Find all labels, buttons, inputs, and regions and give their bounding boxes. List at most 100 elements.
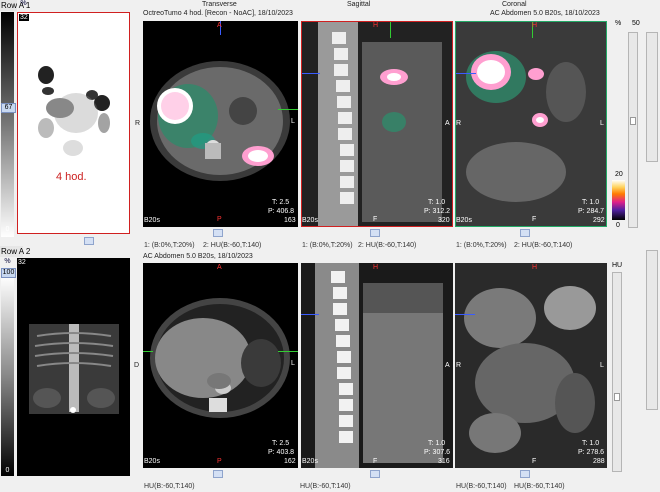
row-a1-mip-slider[interactable] xyxy=(84,237,94,245)
coronal-ori-left: R xyxy=(456,120,462,127)
transverse-ct-image xyxy=(150,298,290,418)
coronal-ct-wl-2[interactable]: HU(B:-60,T:140) xyxy=(514,483,565,490)
sagittal-title: Sagittal xyxy=(347,1,371,8)
ct-window-slider[interactable] xyxy=(612,272,622,472)
transverse-thickness: T: 2.5 xyxy=(272,199,290,206)
row-a2-coronal-view[interactable] xyxy=(455,263,607,468)
coronal-title: Coronal xyxy=(502,1,527,8)
sagittal-ct-wl[interactable]: HU(B:-60,T:140) xyxy=(300,483,351,490)
sagittal-ct-crosshair-h[interactable] xyxy=(301,314,319,315)
row-a1-colorbar-value[interactable]: 67 xyxy=(1,103,16,113)
coronal-ct-position: P: 278.6 xyxy=(578,449,605,456)
transverse-ct-slider[interactable] xyxy=(213,470,223,478)
sagittal-wl-ct[interactable]: 2: HU(B:-60,T:140) xyxy=(358,242,416,249)
row-a1-coronal-view[interactable] xyxy=(455,21,607,227)
row-a1-percent-label: % xyxy=(20,0,27,7)
row-a2-label[interactable]: Row A 2 xyxy=(0,246,30,257)
sagittal-ct-slider[interactable] xyxy=(370,470,380,478)
right-zero-value: 0 xyxy=(616,222,620,229)
coronal-wl-ct[interactable]: 2: HU(B:-60,T:140) xyxy=(514,242,572,249)
row-a1-colorbar-zero: 0 xyxy=(5,226,10,233)
transverse-slider[interactable] xyxy=(213,229,223,237)
coronal-ori-top: H xyxy=(532,22,538,29)
sagittal-ct-image xyxy=(301,263,453,468)
transverse-wl-pet[interactable]: 1: (B:0%,T:20%) xyxy=(144,242,195,249)
coronal-ct-wl[interactable]: HU(B:-60,T:140) xyxy=(456,483,507,490)
transverse-ct-ori-left: D xyxy=(134,362,140,369)
coronal-ct-ori-top: H xyxy=(532,264,538,271)
sagittal-thickness: T: 1.0 xyxy=(428,199,446,206)
right-unit-label: HU xyxy=(612,262,623,269)
coronal-ct-image xyxy=(455,263,607,468)
sagittal-slider[interactable] xyxy=(370,229,380,237)
right-aux-scroll-2[interactable] xyxy=(646,250,658,410)
pet-threshold-slider[interactable] xyxy=(628,32,638,228)
row-a2-series-header: AC Abdomen 5.0 B20s, 18/10/2023 xyxy=(143,253,253,260)
sagittal-crosshair-v[interactable] xyxy=(390,22,391,38)
coronal-wl-pet[interactable]: 1: (B:0%,T:20%) xyxy=(456,242,507,249)
transverse-ct-wl[interactable]: HU(B:-60,T:140) xyxy=(144,483,195,490)
sagittal-wl-pet[interactable]: 1: (B:0%,T:20%) xyxy=(302,242,353,249)
row-a2-colorbar[interactable] xyxy=(1,276,14,476)
transverse-ct-ori-top: A xyxy=(217,264,222,271)
transverse-title: Transverse xyxy=(202,1,237,8)
pet-colorbar xyxy=(612,180,625,220)
row-a1-series-header: OctreoTumo 4 hod. [Recon - NoAC], 18/10/… xyxy=(143,10,293,17)
transverse-crosshair-h[interactable] xyxy=(278,109,298,110)
right-percent-label: % xyxy=(615,20,622,27)
row-a2-colorbar-value[interactable]: 100 xyxy=(1,268,16,278)
transverse-fused-image xyxy=(150,61,290,181)
row-a2-mip-view[interactable]: 32 xyxy=(17,258,130,476)
coronal-position: P: 284.7 xyxy=(578,208,605,215)
transverse-ct-slice-number: 162 xyxy=(284,458,296,465)
transverse-ct-crosshair-h[interactable] xyxy=(278,351,298,352)
transverse-ct-ori-bottom: P xyxy=(217,458,222,465)
transverse-kernel: B20s xyxy=(144,217,160,224)
transverse-ct-position: P: 403.8 xyxy=(268,449,295,456)
coronal-ct-ori-right: L xyxy=(600,362,604,369)
transverse-ori-right: L xyxy=(291,118,295,125)
sagittal-ct-slice-number: 316 xyxy=(438,458,450,465)
row-a2-transverse-view[interactable] xyxy=(143,263,298,468)
row-a2-colorbar-zero: 0 xyxy=(5,467,10,474)
transverse-ct-kernel: B20s xyxy=(144,458,160,465)
mip-body-image xyxy=(38,66,110,156)
sagittal-ori-top: H xyxy=(373,22,379,29)
pet-threshold-thumb[interactable] xyxy=(630,117,636,125)
row-a1-colorbar[interactable] xyxy=(1,12,14,237)
sagittal-ct-thickness: T: 1.0 xyxy=(428,440,446,447)
sagittal-crosshair-h[interactable] xyxy=(302,73,320,74)
coronal-slice-number: 292 xyxy=(593,217,605,224)
row-a1-label[interactable]: Row A 1 xyxy=(0,0,30,11)
coronal-crosshair-h[interactable] xyxy=(456,73,476,74)
coronal-thickness: T: 1.0 xyxy=(582,199,600,206)
coronal-kernel: B20s xyxy=(456,217,472,224)
coronal-ct-slider[interactable] xyxy=(520,470,530,478)
transverse-ori-bottom: P xyxy=(217,216,222,223)
transverse-ct-crosshair-h-left[interactable] xyxy=(143,351,153,352)
transverse-slice-number: 163 xyxy=(284,217,296,224)
coronal-slider[interactable] xyxy=(520,229,530,237)
right-aux-scroll-1[interactable] xyxy=(646,32,658,162)
sagittal-ct-ori-bottom: F xyxy=(373,458,378,465)
transverse-ori-left: R xyxy=(135,120,141,127)
sagittal-ori-bottom: F xyxy=(373,216,378,223)
transverse-wl-ct[interactable]: 2: HU(B:-60,T:140) xyxy=(203,242,261,249)
mip-time-label: 4 hod. xyxy=(56,171,87,183)
row-a1-mip-view[interactable]: 32 4 hod. xyxy=(17,12,130,234)
right-top-value: 50 xyxy=(632,20,640,27)
right-mid-value: 20 xyxy=(615,171,623,178)
ct-window-thumb[interactable] xyxy=(614,393,620,401)
coronal-ori-right: L xyxy=(600,120,604,127)
row-a1-ct-series-header: AC Abdomen 5.0 B20s, 18/10/2023 xyxy=(490,10,600,17)
coronal-ct-crosshair-h[interactable] xyxy=(455,314,475,315)
coronal-ct-ori-bottom: F xyxy=(532,458,537,465)
coronal-fused-image xyxy=(456,22,606,226)
row-a2-sagittal-view[interactable] xyxy=(301,263,453,468)
sagittal-kernel: B20s xyxy=(302,217,318,224)
transverse-position: P: 406.8 xyxy=(268,208,295,215)
row-a1-transverse-view[interactable] xyxy=(143,21,298,227)
sagittal-ct-kernel: B20s xyxy=(302,458,318,465)
coronal-ct-ori-left: R xyxy=(456,362,462,369)
row-a1-sagittal-view[interactable] xyxy=(301,21,453,227)
